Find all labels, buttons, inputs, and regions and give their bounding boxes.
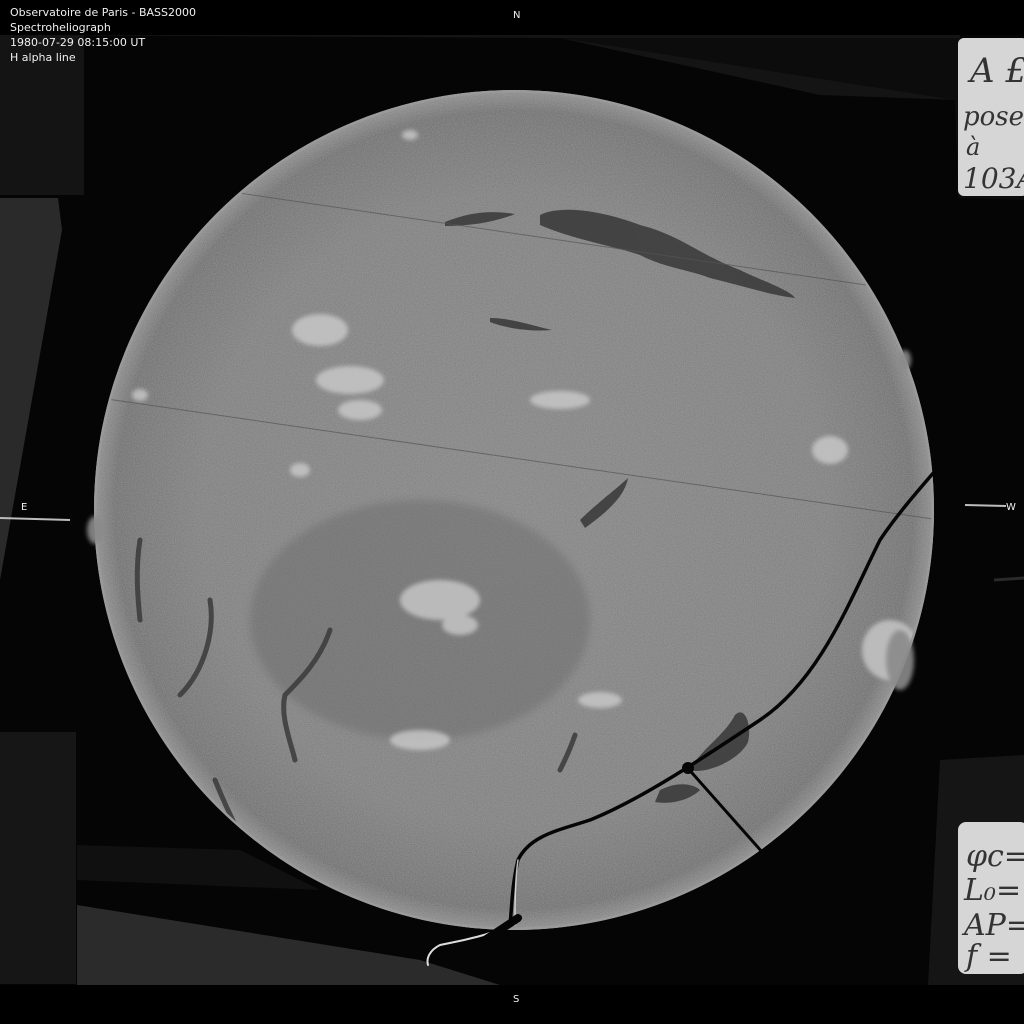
compass-west-label: W bbox=[1006, 502, 1016, 513]
timestamp-label: 1980-07-29 08:15:00 UT bbox=[10, 36, 146, 49]
svg-text:A £: A £ bbox=[967, 51, 1024, 91]
instrument-label: Spectroheliograph bbox=[10, 21, 111, 34]
handwritten-note-bottom: φc= L₀= AP= f = bbox=[958, 822, 1024, 974]
compass-north-label: N bbox=[513, 10, 521, 21]
wavelength-label: H alpha line bbox=[10, 51, 76, 64]
svg-text:L₀=: L₀= bbox=[963, 873, 1021, 908]
handwritten-note-top: A £ pose à 103A bbox=[958, 38, 1024, 196]
compass-south-label: S bbox=[513, 994, 520, 1005]
solar-disk bbox=[87, 90, 934, 930]
svg-text:f =: f = bbox=[964, 939, 1012, 974]
image-metadata: Observatoire de Paris - BASS2000 Spectro… bbox=[10, 5, 196, 65]
svg-text:AP=: AP= bbox=[961, 908, 1024, 943]
svg-text:à: à bbox=[966, 133, 980, 161]
observatory-label: Observatoire de Paris - BASS2000 bbox=[10, 6, 196, 19]
spectroheliogram-image: A £ pose à 103A φc= L₀= AP= f = bbox=[0, 0, 1024, 1024]
svg-text:φc=: φc= bbox=[966, 839, 1024, 874]
svg-text:pose: pose bbox=[963, 102, 1024, 132]
compass-east-label: E bbox=[21, 502, 28, 513]
svg-text:103A: 103A bbox=[963, 162, 1024, 195]
